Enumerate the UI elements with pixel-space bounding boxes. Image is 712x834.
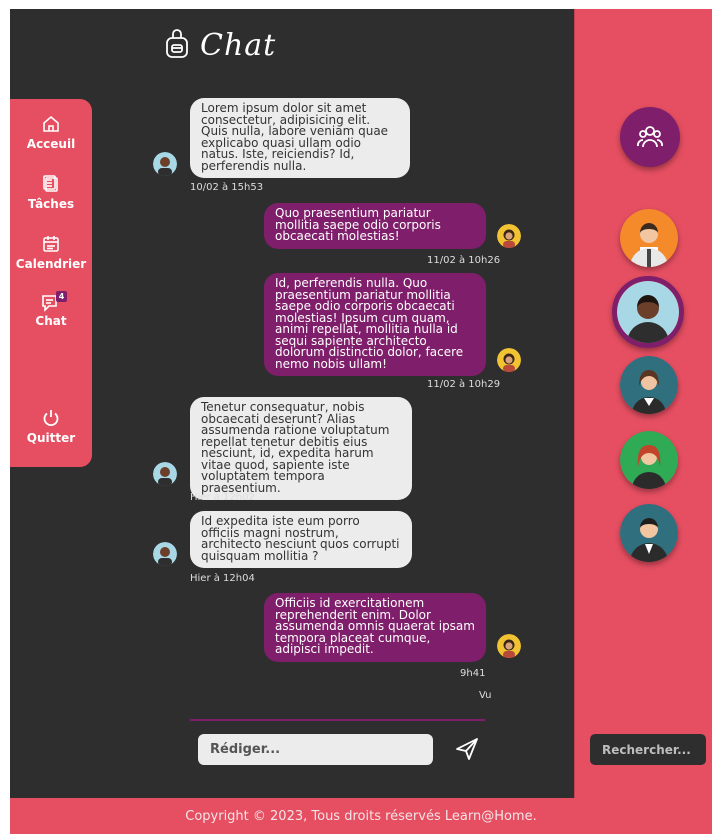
user-avatar [497,634,521,658]
power-icon [43,410,59,427]
sidebar-item-label: Calendrier [15,257,87,271]
calendar-icon [43,236,59,252]
contact-avatar[interactable] [620,504,678,562]
message-bubble-sent: Id, perferendis nulla. Quo praesentium p… [264,273,486,376]
message-bubble-sent: Officiis id exercitationem reprehenderit… [264,593,486,662]
sidebar-item-acceuil[interactable]: Acceuil [10,115,92,151]
home-icon [43,115,59,132]
page-title: Chat [200,28,277,63]
contact-avatar[interactable] [620,431,678,489]
sidebar-item-taches[interactable]: Tâches [10,175,92,211]
user-avatar [497,224,521,248]
sender-avatar [153,152,177,176]
contact-avatar[interactable] [620,209,678,267]
message-bubble-received: Tenetur consequatur, nobis obcaecati des… [190,397,412,500]
read-status: Vu [479,690,492,701]
message-bubble-received: Lorem ipsum dolor sit amet consectetur, … [190,98,410,178]
sidebar-item-label: Acceuil [26,137,76,151]
page-header: Chat [164,28,276,63]
message-timestamp: 9h41 [460,668,486,679]
copyright-text: Copyright © 2023, Tous droits réservés L… [185,808,537,824]
compose-divider [190,719,485,721]
contact-avatar-active[interactable] [612,276,684,348]
user-avatar [497,348,521,372]
sidebar-item-chat[interactable]: 4 Chat [10,291,92,328]
footer: Copyright © 2023, Tous droits réservés L… [10,798,712,834]
unread-badge: 4 [56,291,67,302]
search-input[interactable] [590,734,706,765]
sidebar-item-label: Quitter [26,431,76,445]
group-icon [637,126,663,148]
sidebar-item-label: Chat [35,314,67,328]
message-input[interactable] [198,734,433,765]
sender-avatar [153,462,177,486]
sender-avatar [153,542,177,566]
message-bubble-received: Id expedita iste eum porro officiis magn… [190,511,412,568]
backpack-icon [164,28,190,63]
message-timestamp: Hier à 12h04 [190,573,255,584]
sidebar: Acceuil Tâches Calendrier 4 Chat Quitter [10,99,92,467]
group-chat-button[interactable] [620,107,680,167]
message-timestamp: 11/02 à 10h29 [427,379,501,390]
sidebar-item-calendrier[interactable]: Calendrier [10,235,92,271]
message-bubble-sent: Quo praesentium pariatur mollitia saepe … [264,203,486,249]
send-icon[interactable] [454,737,480,765]
message-timestamp: Hier à 12h02 [190,492,255,503]
message-timestamp: 10/02 à 15h53 [190,182,264,193]
message-timestamp: 11/02 à 10h26 [427,255,501,266]
sidebar-item-quitter[interactable]: Quitter [10,409,92,445]
clipboard-icon [43,175,58,192]
contact-avatar[interactable] [620,356,678,414]
sidebar-item-label: Tâches [27,197,75,211]
